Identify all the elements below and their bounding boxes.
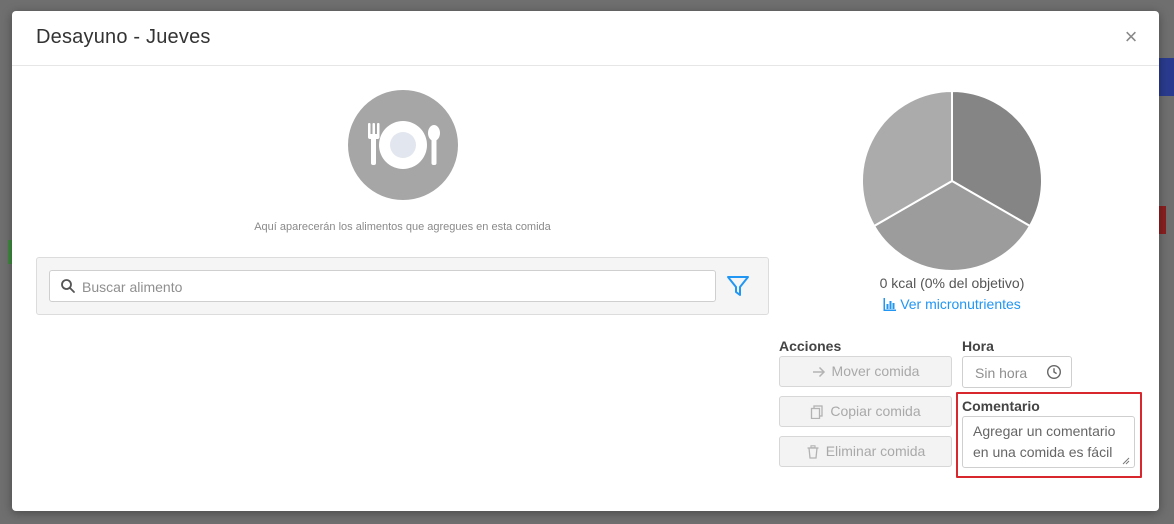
modal-title: Desayuno - Jueves <box>36 26 211 48</box>
time-field[interactable] <box>962 356 1072 389</box>
move-meal-button[interactable]: Mover comida <box>779 356 952 387</box>
comment-label: Comentario <box>962 398 1040 414</box>
actions-label: Acciones <box>779 338 842 354</box>
macros-pie-chart <box>861 89 1043 272</box>
time-label: Hora <box>962 338 994 354</box>
bar-chart-icon <box>883 298 897 311</box>
copy-icon <box>811 405 824 420</box>
clock-icon <box>1046 364 1062 380</box>
search-input[interactable] <box>80 271 704 303</box>
micronutrients-label: Ver micronutrientes <box>900 296 1021 312</box>
search-box[interactable] <box>49 270 716 303</box>
search-icon <box>61 279 75 293</box>
background-header-bar <box>1158 58 1174 96</box>
delete-meal-label: Eliminar comida <box>825 443 926 459</box>
trash-icon <box>807 445 819 459</box>
search-panel <box>36 257 769 315</box>
modal-header: Desayuno - Jueves × <box>12 11 1159 66</box>
comment-textarea[interactable] <box>962 416 1135 468</box>
arrow-right-icon <box>812 366 825 378</box>
filter-icon[interactable] <box>725 273 751 299</box>
copy-meal-button[interactable]: Copiar comida <box>779 396 952 427</box>
meal-modal: Desayuno - Jueves × Aquí aparecerán los … <box>12 11 1159 511</box>
background-marker <box>1158 206 1166 234</box>
plate-icon <box>348 90 458 200</box>
move-meal-label: Mover comida <box>831 363 920 379</box>
close-icon: × <box>1124 24 1138 49</box>
micronutrients-link[interactable]: Ver micronutrientes <box>832 296 1072 312</box>
close-button[interactable]: × <box>1119 25 1143 49</box>
delete-meal-button[interactable]: Eliminar comida <box>779 436 952 467</box>
empty-state-message: Aquí aparecerán los alimentos que agregu… <box>254 221 551 233</box>
copy-meal-label: Copiar comida <box>830 403 921 419</box>
kcal-summary: 0 kcal (0% del objetivo) <box>879 275 1025 291</box>
time-input[interactable] <box>973 357 1047 389</box>
resize-handle-icon[interactable] <box>1122 457 1130 465</box>
